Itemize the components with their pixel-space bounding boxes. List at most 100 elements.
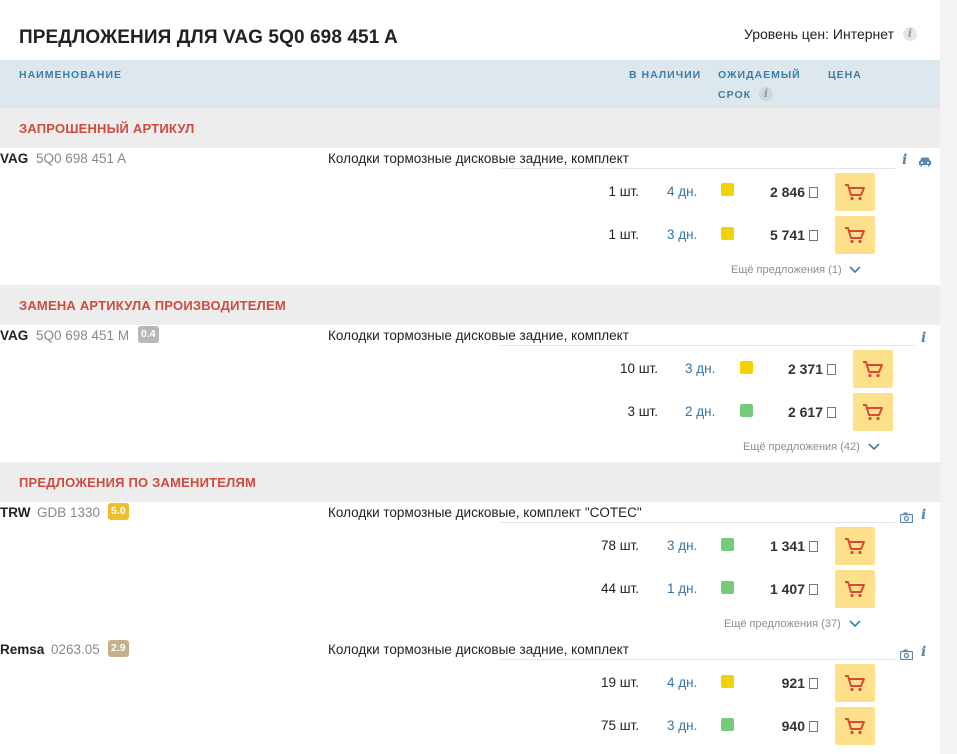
offer-price: 940 [781,718,805,734]
add-to-cart-button[interactable] [835,570,875,608]
ruble-icon [827,407,836,418]
offer-price: 2 617 [787,404,823,420]
product-description: Колодки тормозные дисковые задние, компл… [328,642,629,657]
ruble-icon [809,721,818,732]
ruble-icon [809,584,818,595]
ruble-icon [809,541,818,552]
rating-badge[interactable]: 2.9 [108,640,129,657]
car-icon[interactable] [918,156,932,167]
ruble-icon [809,678,818,689]
chevron-down-icon[interactable] [849,266,861,274]
price-level-label[interactable]: Уровень цен: Интернет [744,26,894,42]
section-substitutes: ПРЕДЛОЖЕНИЯ ПО ЗАМЕНИТЕЛЯМ [0,462,940,502]
offer-price: 921 [781,675,805,691]
rating-badge[interactable]: 5.0 [108,503,129,520]
offers-panel: ПРЕДЛОЖЕНИЯ ДЛЯ VAG 5Q0 698 451 A Уровен… [0,0,940,754]
ruble-icon [827,364,836,375]
chevron-down-icon[interactable] [849,620,861,628]
offer-delivery-days[interactable]: 3 дн. [685,361,715,376]
info-icon[interactable]: i [921,330,926,346]
cart-icon [845,675,865,692]
add-to-cart-button[interactable] [853,350,893,388]
more-offers-link[interactable]: Ещё предложения (42) [743,441,860,453]
product-part-number[interactable]: GDB 1330 [37,505,100,520]
product-brand[interactable]: Remsa [0,642,44,657]
offer-delivery-days[interactable]: 3 дн. [667,538,697,553]
more-offers-link[interactable]: Ещё предложения (37) [724,618,841,630]
column-header-price[interactable]: ЦЕНА [828,69,862,81]
offer-quantity: 75 шт. [600,718,639,733]
offer-price: 1 407 [769,581,805,597]
offer-price: 2 371 [787,361,823,377]
product-part-number[interactable]: 5Q0 698 451 M [36,328,129,343]
table-column-headers: НАИМЕНОВАНИЕ В НАЛИЧИИ ОЖИДАЕМЫЙ СРОК i … [0,60,940,108]
cart-icon [845,538,865,555]
status-indicator-yellow [740,361,753,374]
status-indicator-yellow [721,183,734,196]
status-indicator-yellow [721,227,734,240]
description-divider [500,168,895,169]
add-to-cart-button[interactable] [853,393,893,431]
product-description: Колодки тормозные дисковые задние, компл… [328,151,629,166]
info-icon[interactable]: i [902,152,907,168]
price-level-info-icon[interactable]: i [903,27,917,41]
offer-quantity: 10 шт. [619,361,658,376]
product-description: Колодки тормозные дисковые задние, компл… [328,328,629,343]
cart-icon [863,404,883,421]
panel-header: ПРЕДЛОЖЕНИЯ ДЛЯ VAG 5Q0 698 451 A Уровен… [0,0,940,60]
cart-icon [863,361,883,378]
product-brand[interactable]: VAG [0,151,28,166]
add-to-cart-button[interactable] [835,216,875,254]
cart-icon [845,581,865,598]
product-description: Колодки тормозные дисковые, комплект "CO… [328,505,642,520]
section-requested-article: ЗАПРОШЕННЫЙ АРТИКУЛ [0,108,940,148]
page-side-gutter [940,0,957,754]
offer-quantity: 1 шт. [608,227,639,242]
offer-quantity: 3 шт. [627,404,658,419]
info-icon[interactable]: i [921,507,926,523]
column-header-expected-2[interactable]: СРОК [718,89,751,101]
ruble-icon [809,230,818,241]
offer-delivery-days[interactable]: 1 дн. [667,581,697,596]
rating-badge[interactable]: 0.4 [138,326,159,343]
add-to-cart-button[interactable] [835,707,875,745]
add-to-cart-button[interactable] [835,527,875,565]
cart-icon [845,227,865,244]
offer-delivery-days[interactable]: 4 дн. [667,184,697,199]
add-to-cart-button[interactable] [835,664,875,702]
offer-delivery-days[interactable]: 3 дн. [667,227,697,242]
column-header-stock[interactable]: В НАЛИЧИИ [629,69,701,81]
camera-icon[interactable] [900,649,913,660]
expected-term-info-icon[interactable]: i [759,87,773,101]
offer-delivery-days[interactable]: 3 дн. [667,718,697,733]
offer-quantity: 44 шт. [600,581,639,596]
product-brand[interactable]: VAG [0,328,28,343]
description-divider [500,345,915,346]
status-indicator-green [721,581,734,594]
info-icon[interactable]: i [921,644,926,660]
description-divider [500,659,895,660]
column-header-expected[interactable]: ОЖИДАЕМЫЙ [718,69,801,81]
camera-icon[interactable] [900,512,913,523]
section-title: ПРЕДЛОЖЕНИЯ ПО ЗАМЕНИТЕЛЯМ [19,475,257,490]
description-divider [500,522,895,523]
product-brand[interactable]: TRW [0,505,31,520]
status-indicator-green [740,404,753,417]
more-offers-link[interactable]: Ещё предложения (1) [731,264,842,276]
cart-icon [845,184,865,201]
product-part-number[interactable]: 5Q0 698 451 A [36,151,126,166]
offer-price: 5 741 [769,227,805,243]
chevron-down-icon[interactable] [868,443,880,451]
offer-delivery-days[interactable]: 4 дн. [667,675,697,690]
add-to-cart-button[interactable] [835,173,875,211]
offer-price: 2 846 [769,184,805,200]
offer-delivery-days[interactable]: 2 дн. [685,404,715,419]
column-header-name[interactable]: НАИМЕНОВАНИЕ [19,69,122,81]
status-indicator-yellow [721,675,734,688]
offer-quantity: 1 шт. [608,184,639,199]
page-title: ПРЕДЛОЖЕНИЯ ДЛЯ VAG 5Q0 698 451 A [19,27,398,48]
product-part-number[interactable]: 0263.05 [51,642,100,657]
status-indicator-green [721,718,734,731]
ruble-icon [809,187,818,198]
offer-price: 1 341 [769,538,805,554]
